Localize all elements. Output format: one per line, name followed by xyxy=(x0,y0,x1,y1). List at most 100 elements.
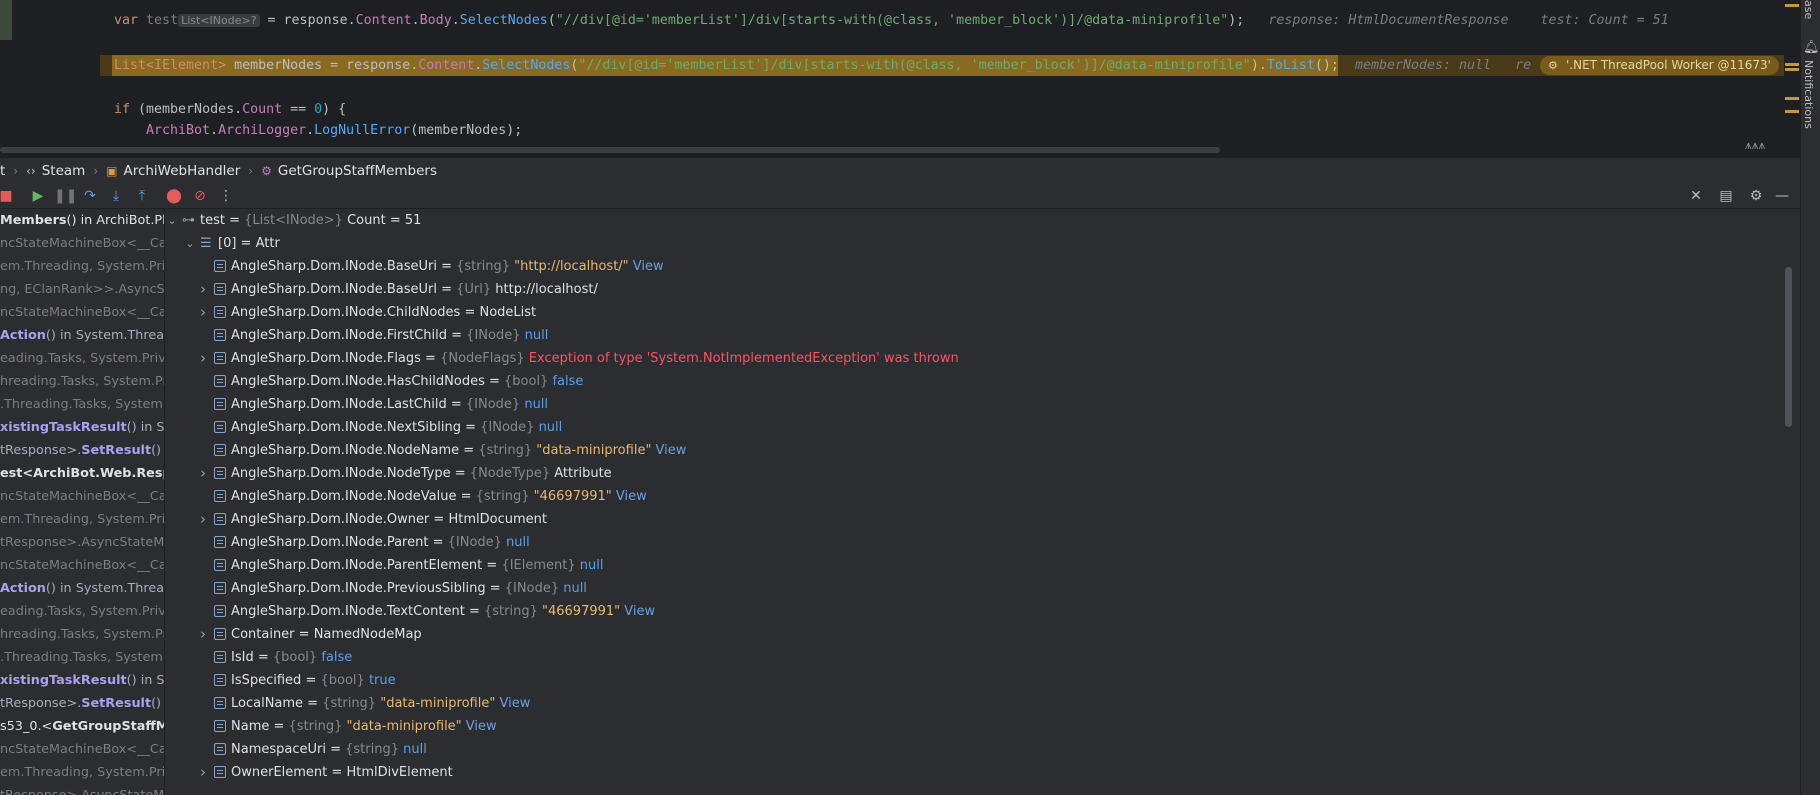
breadcrumb-item[interactable]: ▣ ArchiWebHandler xyxy=(106,163,240,179)
tool-window-label[interactable]: ase xyxy=(1802,0,1815,19)
variable-row[interactable]: AngleSharp.Dom.INode.HasChildNodes = {bo… xyxy=(165,370,1775,393)
breadcrumb-item[interactable]: t xyxy=(0,163,5,179)
variable-row[interactable]: AngleSharp.Dom.INode.NextSibling = {INod… xyxy=(165,416,1775,439)
stack-frame[interactable]: xistingTaskResult() in Sys xyxy=(0,416,164,439)
variable-row[interactable]: AngleSharp.Dom.INode.NodeName = {string}… xyxy=(165,439,1775,462)
step-out-icon[interactable]: ⤒ xyxy=(132,187,152,205)
stripe-mark[interactable] xyxy=(1785,63,1799,66)
view-breakpoints-icon[interactable]: ⬤ xyxy=(164,187,184,205)
resume-icon[interactable]: ▶ xyxy=(28,187,48,205)
chevron-right-icon[interactable]: › xyxy=(196,278,210,301)
close-icon[interactable]: ✕ xyxy=(1686,187,1706,205)
notifications-tab[interactable]: Notifications xyxy=(1802,60,1815,129)
variable-row[interactable]: › AngleSharp.Dom.INode.Flags = {NodeFlags… xyxy=(165,347,1775,370)
chevron-down-icon[interactable]: ⌄ xyxy=(165,209,179,232)
stack-frame[interactable]: ncStateMachineBox<__Cano xyxy=(0,232,164,255)
frames-panel[interactable]: Members() in ArchiBot.Platf ncStateMachin… xyxy=(0,209,165,795)
view-link[interactable]: View xyxy=(620,604,655,619)
variable-row[interactable]: › OwnerElement = HtmlDivElement xyxy=(165,761,1775,784)
stack-frame[interactable]: tResponse>.SetResult() in S xyxy=(0,439,164,462)
vertical-scrollbar[interactable] xyxy=(1785,267,1792,427)
breadcrumb-item[interactable]: ‹› Steam xyxy=(26,163,85,179)
chevron-right-icon[interactable]: › xyxy=(196,301,210,324)
step-into-icon[interactable]: ⤓ xyxy=(106,187,126,205)
chevron-right-icon[interactable]: › xyxy=(196,508,210,531)
breadcrumb-item[interactable]: ⚙ GetGroupStaffMembers xyxy=(261,163,437,179)
mute-breakpoints-icon[interactable]: ⊘ xyxy=(190,187,210,205)
stack-frame[interactable]: est<ArchiBot.Web.Respon xyxy=(0,462,164,485)
variable-row[interactable]: AngleSharp.Dom.INode.FirstChild = {INode… xyxy=(165,324,1775,347)
stack-frame[interactable]: tResponse>.SetResult() in S xyxy=(0,692,164,715)
variable-row[interactable]: IsId = {bool} false xyxy=(165,646,1775,669)
stripe-mark[interactable] xyxy=(1785,4,1799,7)
code-line-1[interactable]: var test List<INode>? = response.Content.… xyxy=(114,11,1669,31)
stack-frame[interactable]: .Threading.Tasks, System.P xyxy=(0,646,164,669)
stack-frame[interactable]: ncStateMachineBox<__Cano xyxy=(0,485,164,508)
code-line-2[interactable]: List<IElement> memberNodes = response.Co… xyxy=(114,56,1531,76)
variable-row[interactable]: ⌄ ☰ [0] = Attr xyxy=(165,232,1775,255)
variable-row[interactable]: AngleSharp.Dom.INode.TextContent = {stri… xyxy=(165,600,1775,623)
variable-row[interactable]: › AngleSharp.Dom.INode.BaseUrl = {Url} ht… xyxy=(165,278,1775,301)
variable-row[interactable]: › AngleSharp.Dom.INode.ChildNodes = NodeL… xyxy=(165,301,1775,324)
code-line-4[interactable]: ArchiBot.ArchiLogger.LogNullError(member… xyxy=(146,121,522,141)
stripe-mark[interactable] xyxy=(1785,97,1799,100)
variable-row[interactable]: › AngleSharp.Dom.INode.NodeType = {NodeTy… xyxy=(165,462,1775,485)
step-over-icon[interactable]: ↷ xyxy=(80,187,100,205)
stop-icon[interactable]: ■ xyxy=(0,187,16,205)
stack-frame[interactable]: tResponse>.AsyncStateMac xyxy=(0,531,164,554)
more-options-icon[interactable]: ⋮ xyxy=(216,187,236,205)
variable-row[interactable]: AngleSharp.Dom.INode.Parent = {INode} nu… xyxy=(165,531,1775,554)
variable-row[interactable]: › AngleSharp.Dom.INode.Owner = HtmlDocume… xyxy=(165,508,1775,531)
stack-frame[interactable]: .Threading.Tasks, System.P xyxy=(0,393,164,416)
code-line-3[interactable]: if (memberNodes.Count == 0) { xyxy=(114,100,346,120)
stack-frame[interactable]: s53_0.<GetGroupStaffMem xyxy=(0,715,164,738)
thread-badge[interactable]: ⚙ '.NET ThreadPool Worker @11673' xyxy=(1540,56,1779,75)
variable-row[interactable]: › Container = NamedNodeMap xyxy=(165,623,1775,646)
layout-icon[interactable]: ▤ xyxy=(1716,187,1736,205)
view-link[interactable]: View xyxy=(495,696,530,711)
editor-gutter[interactable] xyxy=(0,0,100,157)
stack-frame[interactable]: Action() in System.Threadi xyxy=(0,324,164,347)
variable-row[interactable]: AngleSharp.Dom.INode.ParentElement = {IE… xyxy=(165,554,1775,577)
stack-frame[interactable]: xistingTaskResult() in Sys xyxy=(0,669,164,692)
view-link[interactable]: View xyxy=(629,259,664,274)
stack-frame[interactable]: em.Threading, System.Privat xyxy=(0,508,164,531)
bell-icon[interactable]: 🔔︎ xyxy=(1803,40,1820,55)
chevron-right-icon[interactable]: › xyxy=(196,462,210,485)
stack-frame[interactable]: em.Threading, System.Privat xyxy=(0,255,164,278)
gear-icon[interactable]: ⚙ xyxy=(1746,187,1766,205)
pause-icon[interactable]: ❚❚ xyxy=(54,187,77,205)
stack-frame[interactable]: hreading.Tasks, System.Priv xyxy=(0,623,164,646)
view-link[interactable]: View xyxy=(462,719,497,734)
error-stripe[interactable] xyxy=(1785,0,1799,157)
variable-row[interactable]: IsSpecified = {bool} true xyxy=(165,669,1775,692)
variable-row[interactable]: AngleSharp.Dom.INode.NodeValue = {string… xyxy=(165,485,1775,508)
variable-row[interactable]: NamespaceUri = {string} null xyxy=(165,738,1775,761)
stack-frame[interactable]: eading.Tasks, System.Private xyxy=(0,347,164,370)
view-link[interactable]: View xyxy=(612,489,647,504)
stripe-mark[interactable] xyxy=(1785,68,1799,71)
chevron-right-icon[interactable]: › xyxy=(196,347,210,370)
stack-frame[interactable]: ncStateMachineBox<__Cano xyxy=(0,554,164,577)
chevron-right-icon[interactable]: › xyxy=(196,623,210,646)
variable-row[interactable]: ⌄ ⊶ test = {List<INode>} Count = 51 xyxy=(165,209,1775,232)
stack-frame[interactable]: em.Threading, System.Privat xyxy=(0,761,164,784)
minimize-icon[interactable]: — xyxy=(1772,187,1792,205)
stack-frame[interactable]: Action() in System.Threadi xyxy=(0,577,164,600)
variable-row[interactable]: LocalName = {string} "data-miniprofile" … xyxy=(165,692,1775,715)
variable-row[interactable]: Name = {string} "data-miniprofile" View xyxy=(165,715,1775,738)
horizontal-scrollbar[interactable] xyxy=(0,147,1220,153)
variables-tree[interactable]: ⌄ ⊶ test = {List<INode>} Count = 51 ⌄ ☰ [0] =… xyxy=(165,209,1785,795)
chevron-right-icon[interactable]: › xyxy=(196,761,210,784)
stack-frame[interactable]: tResponse>.AsyncStateMac xyxy=(0,784,164,795)
variable-row[interactable]: AngleSharp.Dom.INode.BaseUri = {string} … xyxy=(165,255,1775,278)
view-link[interactable]: View xyxy=(651,443,687,458)
stack-frame[interactable]: ng, EClanRank>>.AsyncState xyxy=(0,278,164,301)
variable-row[interactable]: AngleSharp.Dom.INode.LastChild = {INode}… xyxy=(165,393,1775,416)
reader-mode-icon[interactable]: ⩚⩚⩚ xyxy=(1745,138,1765,153)
stripe-mark[interactable] xyxy=(1785,110,1799,113)
stack-frame[interactable]: ncStateMachineBox<__Cano xyxy=(0,738,164,761)
stack-frame[interactable]: hreading.Tasks, System.Priv xyxy=(0,370,164,393)
stack-frame[interactable]: ncStateMachineBox<__Cano xyxy=(0,301,164,324)
chevron-down-icon[interactable]: ⌄ xyxy=(183,232,197,255)
